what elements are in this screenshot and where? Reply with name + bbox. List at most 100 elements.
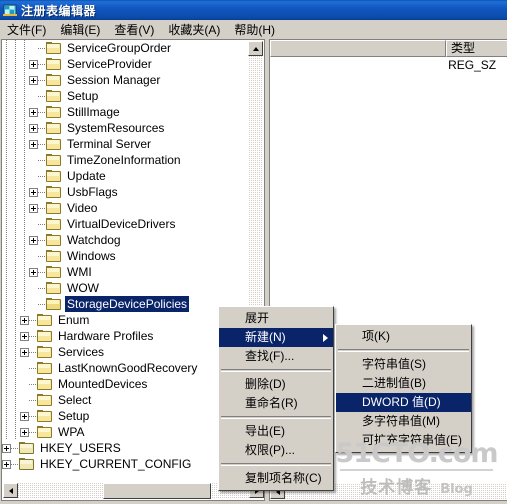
tree-expand-icon[interactable] xyxy=(29,59,38,69)
menu-help[interactable]: 帮助(H) xyxy=(227,20,282,40)
tree-item[interactable]: ServiceProvider xyxy=(2,56,250,72)
tree-item[interactable]: Setup xyxy=(2,408,250,424)
tree-item[interactable]: Update xyxy=(2,168,250,184)
tree-connector-line xyxy=(29,392,36,408)
menu-file[interactable]: 文件(F) xyxy=(0,20,53,40)
tree-item[interactable]: LastKnownGoodRecovery xyxy=(2,360,250,376)
tree-item[interactable]: Windows xyxy=(2,248,250,264)
scroll-left-button[interactable] xyxy=(3,483,18,498)
tree-item[interactable]: WOW xyxy=(2,280,250,296)
context-expand[interactable]: 展开 xyxy=(219,309,333,328)
folder-icon xyxy=(37,329,53,343)
tree-item[interactable]: Watchdog xyxy=(2,232,250,248)
tree-item[interactable]: UsbFlags xyxy=(2,184,250,200)
tree-expand-icon[interactable] xyxy=(29,235,38,245)
folder-icon xyxy=(46,265,62,279)
tree-indent-guide xyxy=(2,424,11,440)
tree-expand-icon[interactable] xyxy=(20,427,29,437)
tree-indent-guide xyxy=(11,296,20,312)
tree-indent-guide xyxy=(20,136,29,152)
tree-item[interactable]: Enum xyxy=(2,312,250,328)
menu-item-label: 删除(D) xyxy=(245,377,286,391)
tree-item-label: Select xyxy=(58,393,92,407)
tree-item-label: WOW xyxy=(67,281,99,295)
context-export[interactable]: 导出(E) xyxy=(219,422,333,441)
menu-edit[interactable]: 编辑(E) xyxy=(53,20,107,40)
tree-expand-icon[interactable] xyxy=(29,203,38,213)
tree-indent-guide xyxy=(20,200,29,216)
tree-expand-icon[interactable] xyxy=(29,267,38,277)
tree-expand-icon[interactable] xyxy=(20,331,29,341)
tree-item[interactable]: WPA xyxy=(2,424,250,440)
tree-indent-guide xyxy=(2,408,11,424)
tree-item-label: Terminal Server xyxy=(67,137,152,151)
tree-item[interactable]: WMI xyxy=(2,264,250,280)
context-rename[interactable]: 重命名(R) xyxy=(219,394,333,413)
submenu-multi-string-value[interactable]: 多字符串值(M) xyxy=(336,412,471,431)
submenu-expandable-string-value[interactable]: 可扩充字符串值(E) xyxy=(336,431,471,450)
tree-expander-spacer xyxy=(29,44,38,53)
tree-expand-icon[interactable] xyxy=(20,347,29,357)
tree-item[interactable]: Terminal Server xyxy=(2,136,250,152)
tree-expand-icon[interactable] xyxy=(29,139,38,149)
submenu-dword-value[interactable]: DWORD 值(D) xyxy=(336,393,471,412)
tree-indent-guide xyxy=(11,376,20,392)
tree-expand-icon[interactable] xyxy=(2,443,11,453)
tree-item[interactable]: MountedDevices xyxy=(2,376,250,392)
tree-connector-line xyxy=(38,248,45,264)
tree-item[interactable]: VirtualDeviceDrivers xyxy=(2,216,250,232)
tree-expand-icon[interactable] xyxy=(29,75,38,85)
folder-icon xyxy=(46,89,62,103)
tree-indent-guide xyxy=(11,360,20,376)
tree-connector-line xyxy=(29,408,36,424)
tree-item-label: Enum xyxy=(58,313,90,327)
menu-separator xyxy=(221,463,331,466)
tree-indent-guide xyxy=(2,360,11,376)
tree-expand-icon[interactable] xyxy=(2,459,11,469)
menu-separator xyxy=(221,416,331,419)
tree-item-label: Update xyxy=(67,169,106,183)
tree-expand-icon[interactable] xyxy=(20,315,29,325)
tree-expand-icon[interactable] xyxy=(29,187,38,197)
tree-expander-spacer xyxy=(29,172,38,181)
folder-icon xyxy=(37,425,53,439)
tree-item[interactable]: StorageDevicePolicies xyxy=(2,296,250,312)
tree-item[interactable]: StillImage xyxy=(2,104,250,120)
context-new[interactable]: 新建(N) xyxy=(219,328,333,347)
tree-item[interactable]: Hardware Profiles xyxy=(2,328,250,344)
tree-expand-icon[interactable] xyxy=(20,411,29,421)
menu-favorites[interactable]: 收藏夹(A) xyxy=(161,20,227,40)
context-find[interactable]: 查找(F)... xyxy=(219,347,333,366)
tree-item[interactable]: HKEY_USERS xyxy=(2,440,250,456)
tree-item[interactable]: Setup xyxy=(2,88,250,104)
tree-item[interactable]: TimeZoneInformation xyxy=(2,152,250,168)
submenu-string-value[interactable]: 字符串值(S) xyxy=(336,355,471,374)
submenu-key[interactable]: 项(K) xyxy=(336,327,471,346)
tree-item[interactable]: Video xyxy=(2,200,250,216)
tree-expand-icon[interactable] xyxy=(29,107,38,117)
title-bar[interactable]: 注册表编辑器 xyxy=(0,0,507,20)
menu-view[interactable]: 查看(V) xyxy=(107,20,161,40)
submenu-binary-value[interactable]: 二进制值(B) xyxy=(336,374,471,393)
tree-item[interactable]: Select xyxy=(2,392,250,408)
context-delete[interactable]: 删除(D) xyxy=(219,375,333,394)
tree-hscroll-thumb[interactable] xyxy=(103,483,211,499)
column-name[interactable] xyxy=(270,40,446,57)
tree-item[interactable]: ServiceGroupOrder xyxy=(2,40,250,56)
tree-indent-guide xyxy=(11,264,20,280)
context-copy-key-name[interactable]: 复制项名称(C) xyxy=(219,469,333,488)
values-list-row[interactable]: REG_SZ xyxy=(270,57,507,73)
scroll-up-button[interactable] xyxy=(248,41,263,56)
tree-expander-spacer xyxy=(29,284,38,293)
tree-indent-guide xyxy=(11,136,20,152)
tree-item[interactable]: Services xyxy=(2,344,250,360)
context-permissions[interactable]: 权限(P)... xyxy=(219,441,333,460)
column-type[interactable]: 类型 xyxy=(446,40,507,57)
tree-indent-guide xyxy=(2,136,11,152)
values-list-header: 类型 xyxy=(270,40,507,57)
tree-indent-guide xyxy=(11,184,20,200)
tree-item[interactable]: HKEY_CURRENT_CONFIG xyxy=(2,456,250,472)
tree-expand-icon[interactable] xyxy=(29,123,38,133)
tree-item[interactable]: Session Manager xyxy=(2,72,250,88)
tree-item[interactable]: SystemResources xyxy=(2,120,250,136)
